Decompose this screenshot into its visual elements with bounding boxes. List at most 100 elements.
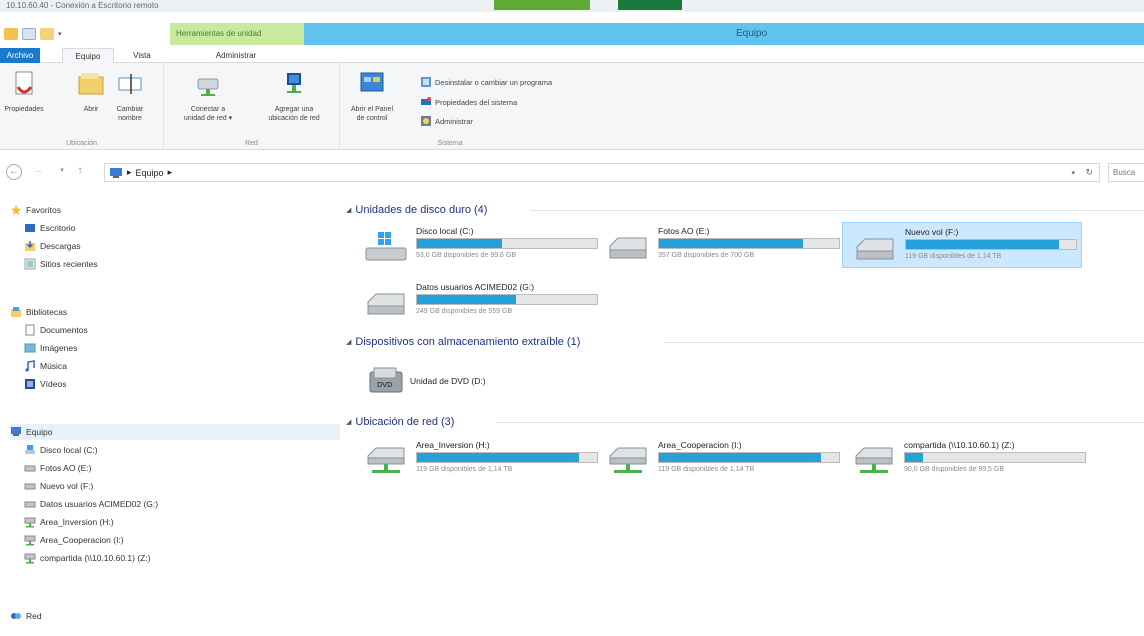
up-button[interactable]: ↑ [72,164,88,180]
sidebar-label: Descargas [40,241,81,251]
sidebar-item-disco-local[interactable]: Disco local (C:) [24,442,98,458]
section-title: Unidades de disco duro (4) [355,204,488,216]
drive-usage-bar [904,452,1086,463]
drive-tile[interactable]: Disco local (C:) 53,0 GB disponibles de … [354,222,598,268]
chevron-down-icon[interactable]: ▾ [58,30,62,38]
abrir-panel-button[interactable]: Abrir el Panel de control [346,69,398,123]
desinstalar-label: Desinstalar o cambiar un programa [435,77,553,87]
explorer-icon[interactable] [4,28,18,40]
computer-icon [11,427,21,436]
section-header-hdd[interactable]: ◢ Unidades de disco duro (4) [346,202,487,218]
conectar-unidad-button[interactable]: Conectar a unidad de red ▾ [172,69,244,123]
collapse-icon[interactable]: ◢ [346,418,351,426]
search-input[interactable]: Busca [1108,163,1144,182]
sidebar-label: Favoritos [26,205,61,215]
documents-icon [25,324,35,336]
sidebar-label: Música [40,361,67,371]
music-icon [25,360,35,372]
system-properties-icon [421,97,431,105]
hard-drive-icon [24,501,36,508]
desinstalar-button[interactable]: Desinstalar o cambiar un programa [420,75,552,89]
drive-free-space: 119 GB disponibles de 1,14 TB [658,466,755,473]
tab-equipo[interactable]: Equipo [62,48,114,64]
sidebar-item-equipo[interactable]: Equipo [10,424,340,440]
administrar-button[interactable]: Administrar [420,114,473,128]
sidebar-item-descargas[interactable]: Descargas [24,238,81,254]
sidebar-item-nuevo-vol[interactable]: Nuevo vol (F:) [24,478,93,494]
forward-button[interactable]: → [30,164,46,180]
sidebar-item-red[interactable]: Red [10,608,42,624]
hard-drive-icon [856,238,894,260]
group-label-ubicacion: Ubicación [66,140,97,147]
sidebar-item-fotos-ao[interactable]: Fotos AO (E:) [24,460,92,476]
drive-tile[interactable]: Datos usuarios ACIMED02 (G:) 249 GB disp… [354,278,598,324]
address-bar[interactable]: ▸ Equipo ▸ ▾ ↻ [104,163,1100,182]
sidebar-item-favoritos[interactable]: Favoritos [10,202,61,218]
sidebar-item-documentos[interactable]: Documentos [24,322,88,338]
cambiar-nombre-button[interactable]: Cambiar nombre [108,69,152,123]
network-icon [11,613,21,619]
collapse-icon[interactable]: ◢ [346,338,351,346]
sidebar-item-area-inversion[interactable]: Area_Inversion (H:) [24,514,114,530]
sidebar-label: Area_Cooperacion (I:) [40,535,124,545]
propiedades-sistema-button[interactable]: Propiedades del sistema [420,95,517,109]
tab-administrar[interactable]: Administrar [200,48,272,63]
agregar-ubicacion-button[interactable]: Agregar una ubicación de red [256,69,332,123]
propiedades-button[interactable]: Propiedades [4,69,44,114]
drive-tile[interactable]: Fotos AO (E:) 357 GB disponibles de 700 … [596,222,840,268]
sidebar-label: Bibliotecas [26,307,68,317]
drive-free-space: 90,0 GB disponibles de 99,5 GB [904,466,1005,473]
remote-bar-decoration [618,0,682,10]
network-drive-icon [367,447,405,473]
network-drive-tile[interactable]: compartida (\\10.10.60.1) (Z:) 90,0 GB d… [842,436,1086,482]
window-title-bar: ▾ Herramientas de unidad Equipo [0,23,1144,45]
sidebar-item-area-cooperacion[interactable]: Area_Cooperacion (I:) [24,532,124,548]
sidebar-item-imagenes[interactable]: Imágenes [24,340,77,356]
sidebar-label: Fotos AO (E:) [40,463,92,473]
agregar-ubicacion-label: Agregar una ubicación de red [268,106,320,122]
libraries-icon [11,307,21,317]
ribbon-group-sistema: Abrir el Panel de control Desinstalar o … [340,63,640,150]
section-header-network[interactable]: ◢ Ubicación de red (3) [346,414,454,430]
sidebar-label: Nuevo vol (F:) [40,481,94,491]
sidebar-item-videos[interactable]: Vídeos [24,376,66,392]
sidebar-item-bibliotecas[interactable]: Bibliotecas [10,304,67,320]
sidebar-item-sitios-recientes[interactable]: Sitios recientes [24,256,98,272]
properties-icon[interactable] [22,28,36,40]
network-drive-tile[interactable]: Area_Inversion (H:) 119 GB disponibles d… [354,436,598,482]
abrir-button[interactable]: Abrir [76,69,106,114]
breadcrumb-equipo[interactable]: Equipo [136,168,164,178]
sidebar-item-musica[interactable]: Música [24,358,67,374]
new-folder-icon[interactable] [40,28,54,40]
sidebar-label: Sitios recientes [40,259,98,269]
recent-locations-button[interactable]: ▾ [54,164,70,180]
drive-usage-bar [658,238,840,249]
back-button[interactable]: ← [6,164,22,180]
drive-tile-selected[interactable]: Nuevo vol (F:) 119 GB disponibles de 1,1… [842,222,1082,268]
network-drive-tile[interactable]: Area_Cooperacion (I:) 119 GB disponibles… [596,436,840,482]
section-header-removable[interactable]: ◢ Dispositivos con almacenamiento extraí… [346,334,580,350]
ribbon-group-red: Conectar a unidad de red ▾ Agregar una u… [164,63,340,150]
sidebar-item-compartida[interactable]: compartida (\\10.10.60.1) (Z:) [24,550,151,566]
sidebar-label: Documentos [40,325,88,335]
group-label-red: Red [245,140,258,147]
cambiar-nombre-label: Cambiar nombre [116,106,144,122]
refresh-icon[interactable]: ↻ [1085,167,1093,178]
drive-usage-fill [906,240,1059,249]
drive-usage-bar [416,452,598,463]
sidebar-item-datos-usuarios[interactable]: Datos usuarios ACIMED02 (G:) [24,496,158,512]
drive-free-space: 249 GB disponibles de 559 GB [416,308,513,315]
sidebar-item-escritorio[interactable]: Escritorio [24,220,75,236]
collapse-icon[interactable]: ◢ [346,206,351,214]
remote-desktop-title-bar: 10.10.60.40 - Conexión a Escritorio remo… [0,0,1144,12]
sidebar-label: Escritorio [40,223,76,233]
address-dropdown-icon[interactable]: ▾ [1071,169,1075,177]
tab-archivo[interactable]: Archivo [0,48,40,63]
svg-text:DVD: DVD [377,381,392,389]
propiedades-sistema-label: Propiedades del sistema [435,97,518,107]
tab-vista[interactable]: Vista [124,48,160,63]
conectar-unidad-label: Conectar a unidad de red ▾ [183,106,233,122]
sidebar-label: Vídeos [40,379,67,389]
drive-usage-bar [658,452,840,463]
address-row: ← → ▾ ↑ ▸ Equipo ▸ ▾ ↻ Busca [0,158,1144,186]
